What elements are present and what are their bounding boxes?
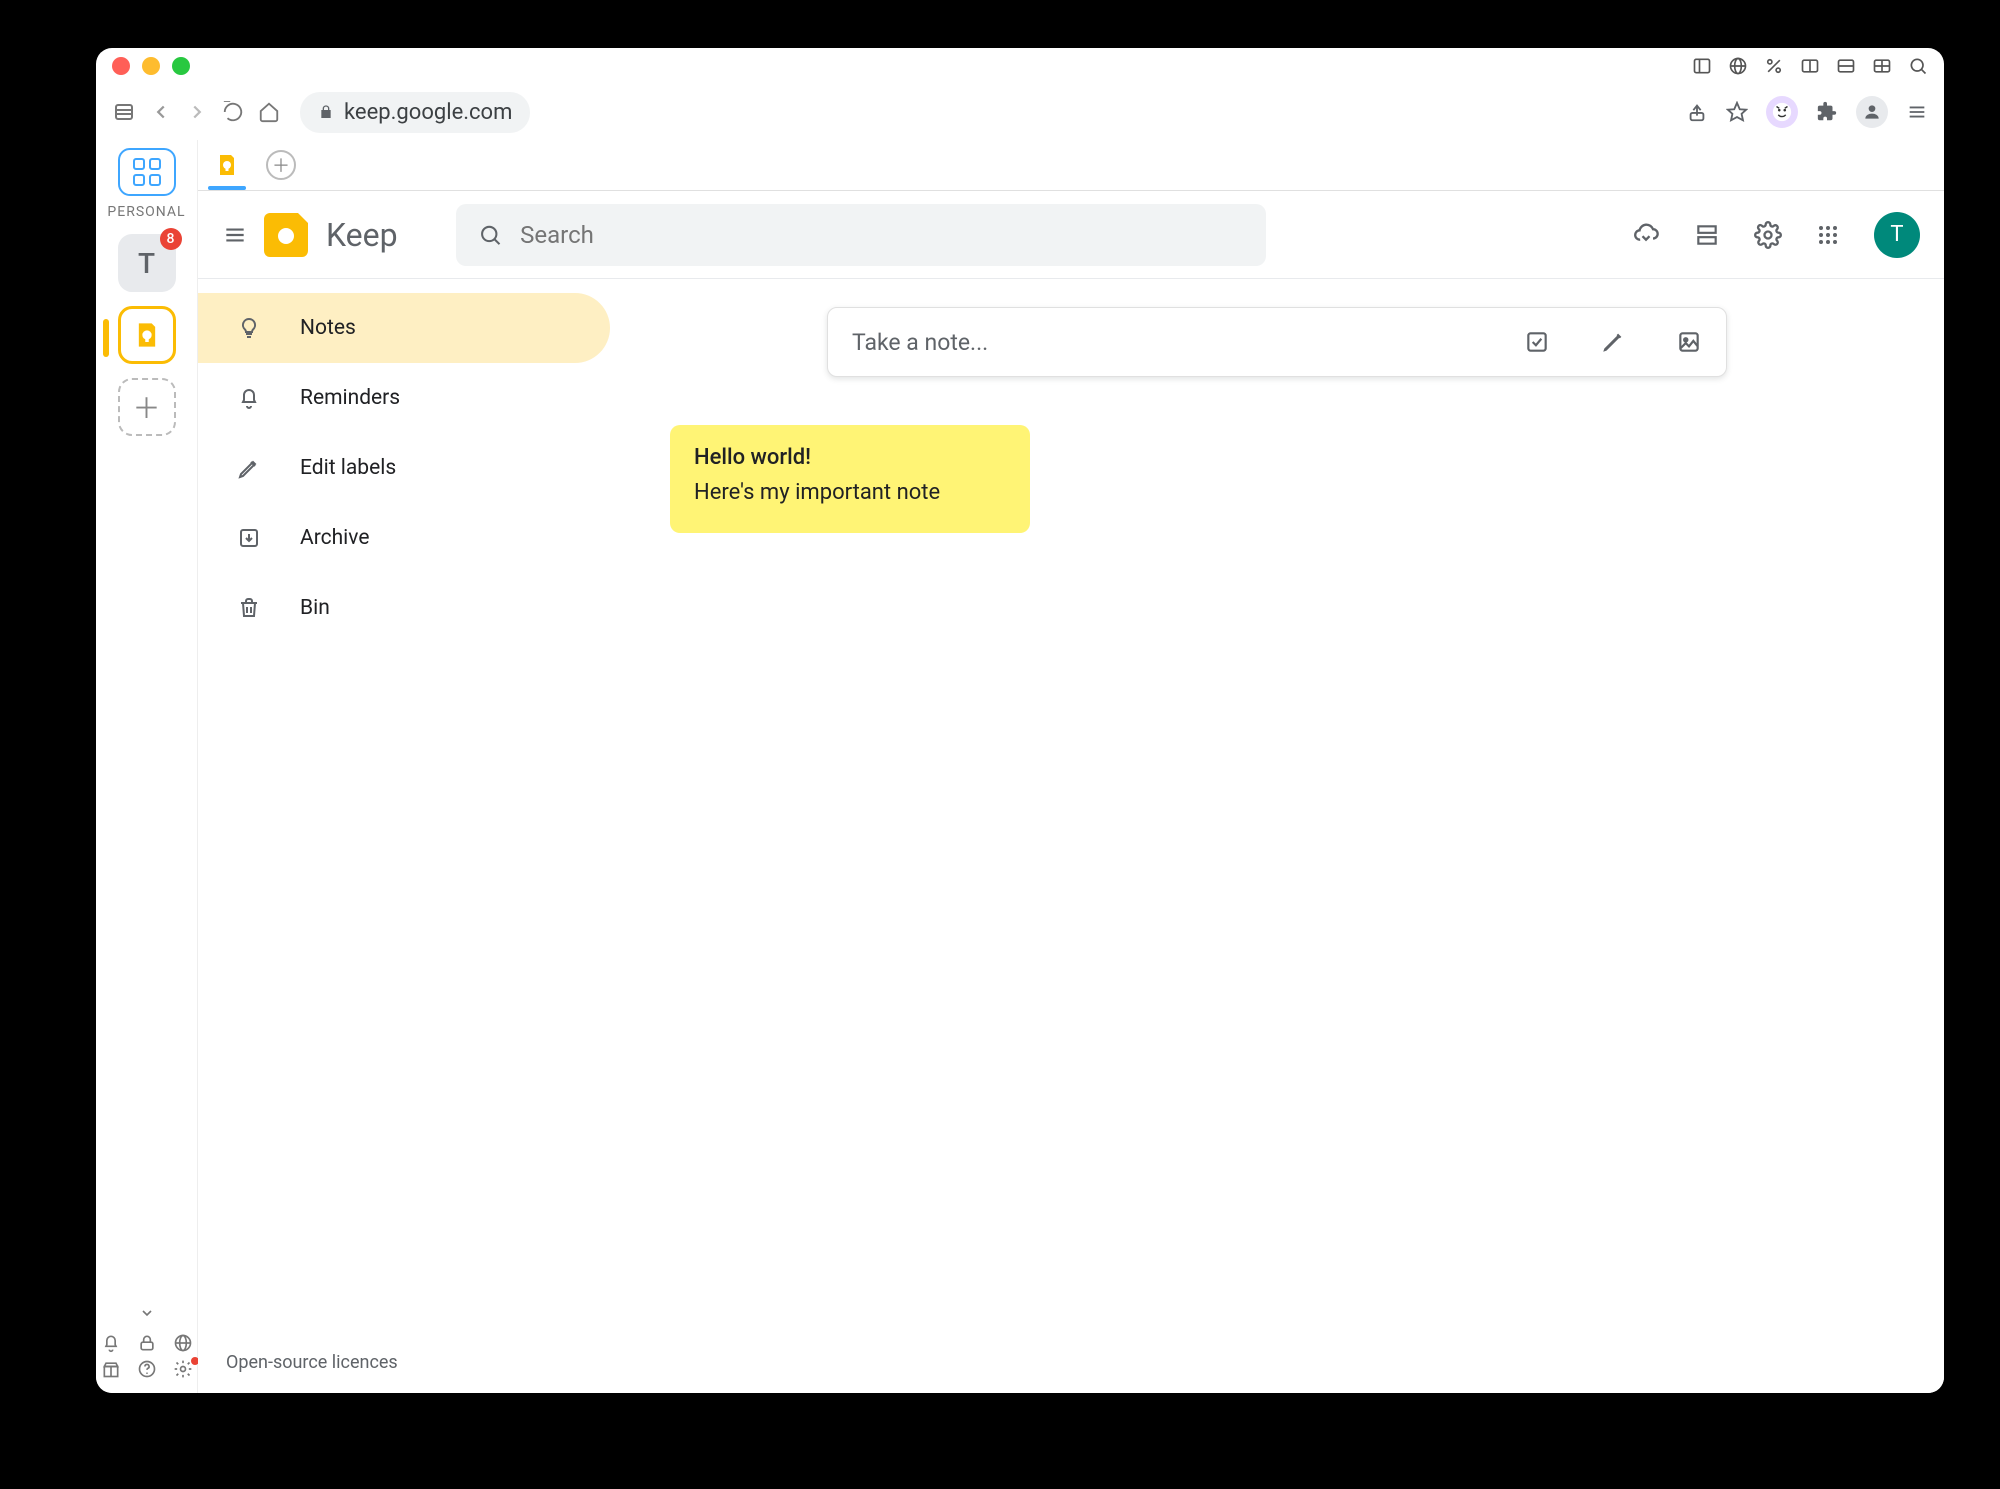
note-card[interactable]: Hello world! Here's my important note — [670, 425, 1030, 533]
nav-label: Edit labels — [300, 456, 396, 480]
columns-icon[interactable] — [1836, 56, 1856, 76]
nav-item-archive[interactable]: Archive — [198, 503, 610, 573]
keep-header-actions: T — [1632, 212, 1920, 258]
browser-toolbar: keep.google.com — [96, 84, 1944, 140]
take-note-actions — [1524, 329, 1702, 355]
keep-view-toggle-icon[interactable] — [1694, 222, 1720, 248]
back-button[interactable] — [150, 101, 172, 123]
keep-main: Take a note... Hello world! Here's my im… — [610, 279, 1944, 1393]
keep-settings-icon[interactable] — [1754, 221, 1782, 249]
nav-label: Notes — [300, 316, 356, 340]
note-title: Hello world! — [694, 445, 1006, 470]
window-controls — [112, 57, 190, 75]
new-drawing-icon[interactable] — [1600, 329, 1626, 355]
rail-gift-icon[interactable] — [101, 1359, 121, 1379]
url-text: keep.google.com — [344, 100, 512, 125]
left-rail: PERSONAL T 8 ＋ — [96, 140, 198, 1393]
keep-search-input[interactable] — [520, 221, 1243, 249]
zoom-window-button[interactable] — [172, 57, 190, 75]
new-list-icon[interactable] — [1524, 329, 1550, 355]
rail-settings-icon[interactable] — [173, 1359, 193, 1379]
keep-body: Notes Reminders Edit labels Archive — [198, 279, 1944, 1393]
bookmark-star-icon[interactable] — [1726, 101, 1748, 123]
keep-menu-button[interactable] — [222, 222, 246, 248]
workspace-item-keep[interactable] — [118, 306, 176, 364]
google-apps-icon[interactable] — [1816, 223, 1840, 247]
keep-refresh-cloud-icon[interactable] — [1632, 221, 1660, 249]
note-body: Here's my important note — [694, 480, 1006, 505]
minimise-window-button[interactable] — [142, 57, 160, 75]
reload-button[interactable] — [222, 101, 244, 123]
new-image-icon[interactable] — [1676, 329, 1702, 355]
add-workspace-button[interactable]: ＋ — [118, 378, 176, 436]
rail-help-icon[interactable] — [137, 1359, 157, 1379]
panel-icon[interactable] — [1692, 56, 1712, 76]
search-icon — [478, 222, 503, 248]
rail-bell-icon[interactable] — [101, 1333, 121, 1353]
tab-keep[interactable] — [212, 150, 242, 180]
take-note-placeholder: Take a note... — [852, 329, 988, 356]
sidebar-toggle-icon[interactable] — [112, 100, 136, 124]
lock-icon — [318, 104, 334, 120]
keep-bulb-icon — [133, 321, 161, 349]
workspace-badge: 8 — [160, 228, 182, 250]
content-pane: ＋ Keep — [198, 140, 1944, 1393]
toolbar-right — [1686, 96, 1928, 128]
extension-avatar-icon[interactable] — [1766, 96, 1798, 128]
close-window-button[interactable] — [112, 57, 130, 75]
nav-item-bin[interactable]: Bin — [198, 573, 610, 643]
keep-app-title: Keep — [326, 216, 398, 254]
tab-add-button[interactable]: ＋ — [266, 150, 296, 180]
browser-menu-icon[interactable] — [1906, 101, 1928, 123]
trash-icon — [236, 596, 262, 620]
rail-footer — [96, 1297, 197, 1393]
keep-logo-icon — [264, 213, 308, 257]
rail-lock-icon[interactable] — [137, 1333, 157, 1353]
search-icon[interactable] — [1908, 56, 1928, 76]
nav-item-reminders[interactable]: Reminders — [198, 363, 610, 433]
browser-window: keep.google.com — [96, 48, 1944, 1393]
content-tab-strip: ＋ — [198, 140, 1944, 190]
nav-item-edit-labels[interactable]: Edit labels — [198, 433, 610, 503]
grid-icon[interactable] — [1872, 56, 1892, 76]
body-split: PERSONAL T 8 ＋ — [96, 140, 1944, 1393]
titlebar-icons — [1692, 56, 1928, 76]
nav-item-notes[interactable]: Notes — [198, 293, 610, 363]
keep-sidebar: Notes Reminders Edit labels Archive — [198, 279, 610, 1393]
forward-button[interactable] — [186, 101, 208, 123]
rail-globe-icon[interactable] — [173, 1333, 193, 1353]
keep-account-avatar[interactable]: T — [1874, 212, 1920, 258]
workspace-letter: T — [138, 247, 155, 280]
nav-label: Archive — [300, 526, 369, 550]
spaces-grid-icon — [133, 158, 161, 186]
address-bar[interactable]: keep.google.com — [300, 92, 530, 133]
nav-label: Bin — [300, 596, 330, 620]
workspace-item-t[interactable]: T 8 — [118, 234, 176, 292]
globe-icon[interactable] — [1728, 56, 1748, 76]
nav-label: Reminders — [300, 386, 400, 410]
keep-tab-icon — [215, 153, 239, 177]
archive-icon — [236, 526, 262, 550]
window-titlebar — [96, 48, 1944, 84]
rail-collapse-chevron-icon[interactable] — [139, 1305, 155, 1321]
footer-link-licences[interactable]: Open-source licences — [226, 1352, 398, 1373]
lightbulb-icon — [236, 316, 262, 340]
take-note-input[interactable]: Take a note... — [827, 307, 1727, 377]
home-button[interactable] — [258, 101, 280, 123]
browser-profile-icon[interactable] — [1856, 96, 1888, 128]
pencil-icon — [236, 456, 262, 480]
split-icon[interactable] — [1800, 56, 1820, 76]
extensions-puzzle-icon[interactable] — [1816, 101, 1838, 123]
bell-icon — [236, 386, 262, 410]
keep-search-field[interactable] — [456, 204, 1266, 266]
spaces-button[interactable] — [118, 148, 176, 196]
keep-header: Keep T — [198, 191, 1944, 279]
rail-section-label: PERSONAL — [107, 204, 185, 220]
share-icon[interactable] — [1686, 101, 1708, 123]
active-indicator — [103, 319, 109, 357]
keep-app: Keep T — [198, 190, 1944, 1393]
percent-icon[interactable] — [1764, 56, 1784, 76]
